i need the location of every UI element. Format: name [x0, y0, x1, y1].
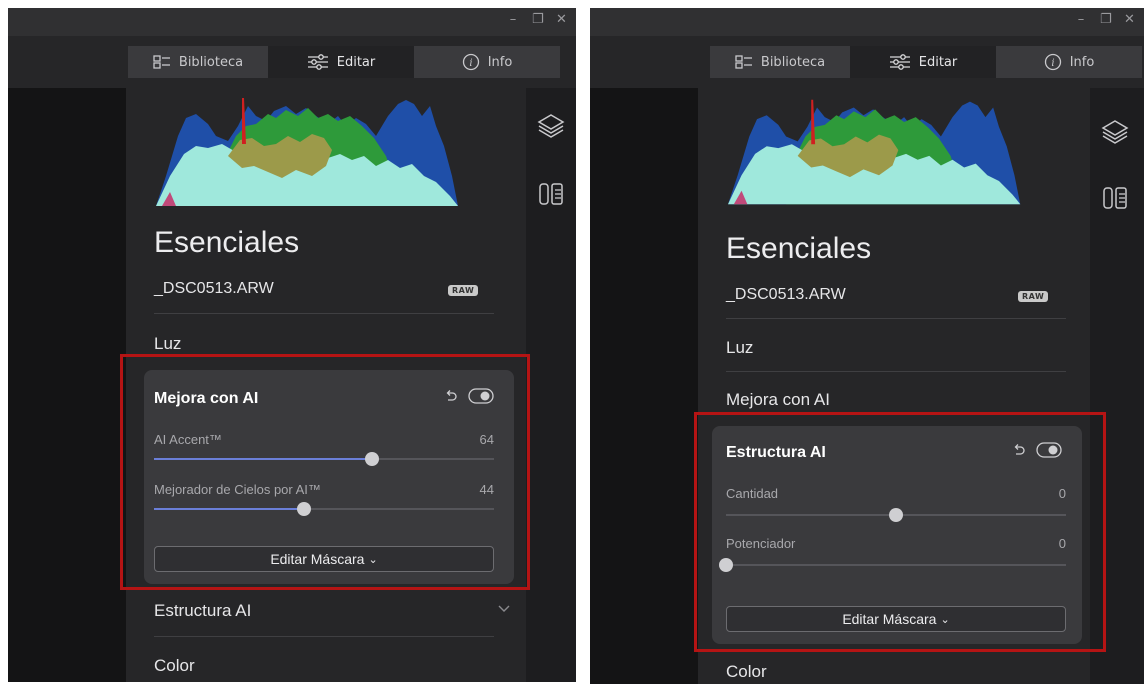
info-icon: i: [1044, 53, 1061, 71]
slider-value: 0: [1058, 536, 1066, 551]
sliders-icon: [307, 54, 328, 70]
ai-accent-slider[interactable]: [154, 452, 494, 466]
top-toolbar: Biblioteca Editar i Info: [8, 36, 576, 88]
histogram: [156, 98, 458, 206]
right-screenshot-panel: – ❐ ✕ Biblioteca Editar i Info Esenciale…: [590, 8, 1144, 684]
edit-mask-label: Editar Máscara: [270, 551, 365, 567]
slider-label: Potenciador: [726, 536, 796, 551]
section-color[interactable]: Color: [154, 656, 195, 676]
slider-thumb[interactable]: [364, 452, 379, 466]
close-button[interactable]: ✕: [1124, 12, 1135, 27]
chevron-down-icon[interactable]: [498, 602, 510, 616]
close-button[interactable]: ✕: [556, 12, 567, 27]
edit-panel: Esenciales _DSC0513.ARW RAW Luz Mejora c…: [698, 88, 1090, 684]
edit-mask-button[interactable]: Editar Máscara ⌄: [154, 546, 494, 572]
library-icon: [153, 55, 170, 69]
undo-icon[interactable]: [1012, 443, 1026, 457]
slider-thumb[interactable]: [889, 508, 903, 522]
card-title: Estructura AI: [726, 444, 826, 461]
section-title: Esenciales: [726, 232, 872, 265]
mode-tabs: Biblioteca Editar i Info: [128, 46, 560, 78]
ai-enhance-card: Mejora con AI AI Accent™ 64 Mejorador de…: [144, 370, 514, 584]
left-screenshot-panel: – ❐ ✕ Biblioteca Editar i Info Esenciale…: [8, 8, 576, 682]
edit-panel: Esenciales _DSC0513.ARW RAW Luz Mejora c…: [126, 88, 526, 682]
sliders-icon: [889, 54, 910, 70]
tab-library-label: Biblioteca: [178, 54, 244, 70]
layers-icon[interactable]: [537, 112, 565, 140]
card-title: Mejora con AI: [154, 390, 259, 407]
tab-library-label: Biblioteca: [760, 54, 826, 70]
tab-edit-label: Editar: [336, 54, 376, 70]
compare-icon[interactable]: [1101, 184, 1129, 212]
tab-library[interactable]: Biblioteca: [710, 46, 850, 78]
svg-text:i: i: [469, 58, 472, 69]
right-tool-strip: [1090, 88, 1140, 684]
edit-mask-label: Editar Máscara: [842, 611, 937, 627]
sky-enhancer-slider[interactable]: [154, 502, 494, 516]
raw-badge: RAW: [1018, 291, 1049, 302]
card-actions: [1012, 442, 1062, 458]
raw-badge: RAW: [448, 285, 479, 296]
minimize-button[interactable]: –: [508, 12, 518, 27]
chevron-down-icon: ⌄: [368, 553, 378, 566]
compare-icon[interactable]: [537, 180, 565, 208]
divider: [726, 371, 1066, 372]
filename: _DSC0513.ARW: [726, 286, 846, 303]
tab-info[interactable]: i Info: [414, 46, 560, 78]
mode-tabs: Biblioteca Editar i Info: [710, 46, 1142, 78]
histogram: [728, 99, 1021, 205]
slider-thumb[interactable]: [296, 502, 311, 516]
slider-label: AI Accent™: [154, 432, 222, 447]
right-tool-strip: [526, 88, 576, 682]
section-luz[interactable]: Luz: [726, 338, 753, 358]
section-luz[interactable]: Luz: [154, 334, 181, 354]
eye-toggle-icon[interactable]: [468, 388, 494, 404]
ai-structure-card: Estructura AI Cantidad 0 Potenciador 0 E…: [712, 426, 1082, 644]
undo-icon[interactable]: [444, 389, 458, 403]
restore-button[interactable]: ❐: [532, 12, 544, 27]
restore-button[interactable]: ❐: [1100, 12, 1112, 27]
tab-info-label: Info: [1069, 54, 1095, 70]
tab-info-label: Info: [487, 54, 513, 70]
booster-slider[interactable]: [719, 558, 1066, 572]
slider-label: Cantidad: [726, 486, 779, 501]
layers-icon[interactable]: [1101, 118, 1129, 146]
slider-value: 44: [479, 482, 494, 497]
slider-fill: [154, 508, 304, 510]
library-icon: [735, 55, 752, 69]
tab-edit[interactable]: Editar: [850, 46, 996, 78]
minimize-button[interactable]: –: [1076, 12, 1086, 27]
edit-mask-button[interactable]: Editar Máscara ⌄: [726, 606, 1066, 632]
divider: [154, 313, 494, 314]
tab-edit[interactable]: Editar: [268, 46, 414, 78]
svg-text:i: i: [1051, 58, 1054, 69]
window-titlebar: – ❐ ✕: [590, 8, 1144, 36]
filmstrip-area: [8, 88, 126, 682]
filmstrip-area: [590, 88, 698, 684]
slider-label: Mejorador de Cielos por AI™: [154, 482, 321, 497]
tab-info[interactable]: i Info: [996, 46, 1142, 78]
eye-toggle-icon[interactable]: [1036, 442, 1062, 458]
slider-value: 64: [479, 432, 494, 447]
section-title: Esenciales: [154, 226, 300, 259]
window-controls: – ❐ ✕: [1076, 12, 1135, 27]
card-actions: [444, 388, 494, 404]
tab-edit-label: Editar: [918, 54, 958, 70]
info-icon: i: [462, 53, 479, 71]
top-toolbar: Biblioteca Editar i Info: [590, 36, 1144, 88]
divider: [154, 636, 494, 637]
filename: _DSC0513.ARW: [154, 280, 274, 297]
tab-library[interactable]: Biblioteca: [128, 46, 268, 78]
slider-thumb[interactable]: [719, 558, 733, 572]
chevron-down-icon: ⌄: [940, 613, 950, 626]
window-titlebar: – ❐ ✕: [8, 8, 576, 36]
amount-slider[interactable]: [726, 508, 1066, 522]
window-controls: – ❐ ✕: [508, 12, 567, 27]
divider: [726, 318, 1066, 319]
section-mejora-ai[interactable]: Mejora con AI: [726, 390, 830, 410]
slider-value: 0: [1058, 486, 1066, 501]
section-color[interactable]: Color: [726, 662, 767, 682]
section-estructura-ai[interactable]: Estructura AI: [154, 601, 251, 621]
slider-fill: [154, 458, 372, 460]
